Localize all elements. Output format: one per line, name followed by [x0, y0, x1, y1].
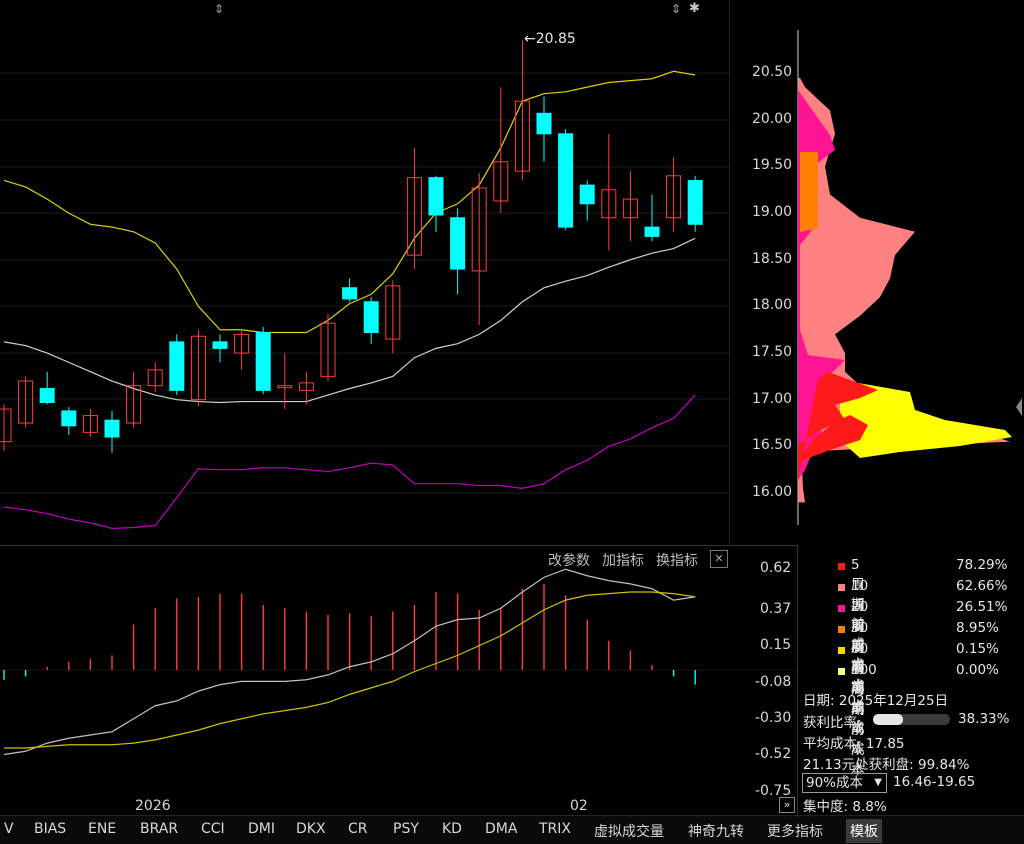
sub-y-axis-tick-label: -0.08 — [755, 674, 792, 690]
legend-swatch — [838, 647, 845, 654]
legend-percent: 0.00% — [956, 662, 999, 678]
tab-13[interactable]: 神奇九转 — [684, 819, 748, 843]
tab-14[interactable]: 更多指标 — [763, 819, 827, 843]
tab-11[interactable]: TRIX — [535, 819, 575, 839]
profit-ratio-bar — [873, 714, 950, 725]
chip-panel-handle[interactable] — [1016, 398, 1022, 416]
sub-y-axis-tick-label: -0.30 — [755, 709, 792, 726]
legend-swatch — [838, 584, 845, 591]
avg-cost-row: 平均成本: 17.85 — [803, 736, 905, 752]
tab-3[interactable]: BRAR — [136, 819, 182, 839]
sub-y-axis-tick-label: 0.37 — [760, 600, 792, 617]
profit-at-row: 21.13元处获利盘: 99.84% — [803, 757, 970, 773]
avg-cost-value: 17.85 — [865, 736, 905, 752]
tab-7[interactable]: CR — [344, 819, 372, 839]
profit-at-value: 99.84% — [918, 757, 970, 773]
date-row: 日期: 2025年12月25日 — [803, 693, 949, 709]
sub-y-axis-tick-label: 0.15 — [760, 636, 792, 653]
legend-percent: 26.51% — [956, 599, 1008, 615]
tab-6[interactable]: DKX — [292, 819, 330, 839]
tab-0[interactable]: V — [0, 819, 18, 839]
cost-select-dropdown[interactable]: 90%成本 ▼ — [802, 773, 887, 793]
sub-right-border — [797, 546, 798, 816]
chevron-down-icon: ▼ — [874, 777, 882, 788]
x-axis-label-month: 02 — [570, 798, 588, 814]
profit-ratio-value: 38.33% — [958, 711, 1010, 727]
tab-8[interactable]: PSY — [389, 819, 423, 839]
tab-5[interactable]: DMI — [244, 819, 279, 839]
profit-ratio-fill — [873, 714, 903, 725]
legend-percent: 0.15% — [956, 641, 999, 657]
concentration-row: 集中度: 8.8% — [803, 799, 887, 815]
change-params-button[interactable]: 改参数 — [548, 550, 590, 570]
legend-swatch — [838, 605, 845, 612]
tab-4[interactable]: CCI — [197, 819, 229, 839]
tab-10[interactable]: DMA — [481, 819, 521, 839]
legend-percent: 78.29% — [956, 557, 1008, 573]
legend-swatch — [838, 668, 845, 675]
expand-arrow-icon[interactable]: » — [779, 797, 795, 813]
legend-swatch — [838, 626, 845, 633]
legend-percent: 62.66% — [956, 578, 1008, 594]
cost-range-value: 16.46-19.65 — [893, 774, 976, 790]
profit-ratio-row: 获利比率: 38.33% — [803, 711, 1010, 731]
date-value: 2025年12月25日 — [838, 693, 949, 709]
tab-9[interactable]: KD — [438, 819, 466, 839]
tab-15[interactable]: 模板 — [846, 819, 882, 843]
macd-chart[interactable] — [0, 0, 798, 815]
legend-percent: 8.95% — [956, 620, 999, 636]
sub-y-axis-tick-label: -0.52 — [755, 745, 792, 762]
tab-12[interactable]: 虚拟成交量 — [590, 819, 668, 843]
chip-30-period-area — [800, 152, 818, 232]
sub-y-axis-tick-label: 0.62 — [760, 560, 792, 577]
tab-2[interactable]: ENE — [84, 819, 120, 839]
switch-indicator-button[interactable]: 换指标 — [656, 550, 698, 570]
x-axis-label-year: 2026 — [135, 798, 171, 814]
indicator-tab-bar: V BIAS ENE BRAR CCI DMI DKX CR PSY KD DMA TRIX 虚拟成交量… — [0, 815, 1024, 844]
add-indicator-button[interactable]: 加指标 — [602, 550, 644, 570]
tab-1[interactable]: BIAS — [30, 819, 70, 839]
legend-swatch — [838, 563, 845, 570]
close-indicator-button[interactable]: ✕ — [710, 550, 728, 568]
concentration-value: 8.8% — [852, 799, 887, 815]
